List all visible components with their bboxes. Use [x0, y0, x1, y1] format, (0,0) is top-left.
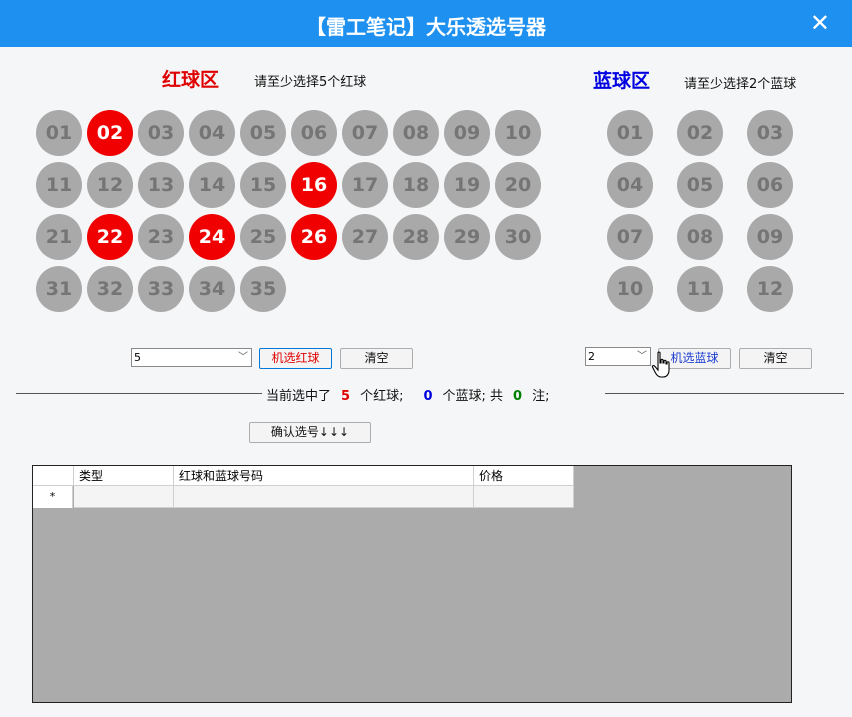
grid-cell-type[interactable] — [74, 486, 174, 508]
red-ball-25[interactable]: 25 — [240, 214, 286, 260]
red-ball-09[interactable]: 09 — [444, 110, 490, 156]
red-ball-28[interactable]: 28 — [393, 214, 439, 260]
chevron-down-icon: ﹀ — [238, 352, 248, 363]
blue-ball-11[interactable]: 11 — [677, 266, 723, 312]
red-ball-07[interactable]: 07 — [342, 110, 388, 156]
blue-count-value: 2 — [588, 350, 595, 363]
red-zone-hint: 请至少选择5个红球 — [254, 75, 367, 90]
grid-header-price[interactable]: 价格 — [474, 466, 574, 486]
blue-ball-06[interactable]: 06 — [747, 162, 793, 208]
red-ball-08[interactable]: 08 — [393, 110, 439, 156]
red-ball-14[interactable]: 14 — [189, 162, 235, 208]
red-zone-title: 红球区 — [162, 69, 220, 91]
blue-zone-title: 蓝球区 — [593, 70, 651, 92]
red-ball-18[interactable]: 18 — [393, 162, 439, 208]
red-ball-01[interactable]: 01 — [36, 110, 82, 156]
clear-red-button[interactable]: 清空 — [340, 348, 413, 369]
red-ball-29[interactable]: 29 — [444, 214, 490, 260]
close-icon[interactable]: ✕ — [810, 9, 830, 37]
red-count-value: 5 — [134, 351, 141, 364]
summary-total-suffix: 注; — [532, 389, 550, 404]
grid-header-numbers[interactable]: 红球和蓝球号码 — [174, 466, 474, 486]
blue-ball-01[interactable]: 01 — [607, 110, 653, 156]
red-count-select[interactable]: 5 ﹀ — [131, 348, 252, 367]
red-ball-32[interactable]: 32 — [87, 266, 133, 312]
red-ball-17[interactable]: 17 — [342, 162, 388, 208]
red-ball-33[interactable]: 33 — [138, 266, 184, 312]
confirm-selection-button[interactable]: 确认选号↓↓↓ — [249, 422, 371, 443]
blue-ball-07[interactable]: 07 — [607, 214, 653, 260]
red-ball-27[interactable]: 27 — [342, 214, 388, 260]
red-ball-11[interactable]: 11 — [36, 162, 82, 208]
grid-cell-price[interactable] — [474, 486, 574, 508]
blue-ball-12[interactable]: 12 — [747, 266, 793, 312]
divider-left — [16, 393, 262, 394]
blue-ball-04[interactable]: 04 — [607, 162, 653, 208]
title-bar: 【雷工笔记】大乐透选号器 ✕ — [0, 0, 852, 47]
grid-new-row-marker[interactable]: * — [33, 486, 73, 508]
red-ball-34[interactable]: 34 — [189, 266, 235, 312]
blue-zone-hint: 请至少选择2个蓝球 — [684, 77, 797, 92]
divider-right — [605, 393, 844, 394]
red-ball-03[interactable]: 03 — [138, 110, 184, 156]
random-red-button[interactable]: 机选红球 — [259, 348, 332, 369]
red-ball-20[interactable]: 20 — [495, 162, 541, 208]
red-ball-16[interactable]: 16 — [291, 162, 337, 208]
red-ball-30[interactable]: 30 — [495, 214, 541, 260]
red-ball-24[interactable]: 24 — [189, 214, 235, 260]
blue-ball-02[interactable]: 02 — [677, 110, 723, 156]
red-ball-15[interactable]: 15 — [240, 162, 286, 208]
summary-total-count: 0 — [513, 389, 523, 404]
clear-blue-button[interactable]: 清空 — [739, 348, 812, 369]
summary-blue-count: 0 — [423, 389, 433, 404]
red-ball-04[interactable]: 04 — [189, 110, 235, 156]
red-ball-31[interactable]: 31 — [36, 266, 82, 312]
grid-corner-header — [33, 466, 74, 486]
blue-ball-10[interactable]: 10 — [607, 266, 653, 312]
red-ball-10[interactable]: 10 — [495, 110, 541, 156]
red-ball-06[interactable]: 06 — [291, 110, 337, 156]
blue-ball-08[interactable]: 08 — [677, 214, 723, 260]
red-ball-23[interactable]: 23 — [138, 214, 184, 260]
blue-count-select[interactable]: 2 ﹀ — [585, 347, 651, 366]
red-ball-12[interactable]: 12 — [87, 162, 133, 208]
grid-header-type[interactable]: 类型 — [74, 466, 174, 486]
summary-prefix: 当前选中了 — [266, 389, 332, 404]
selection-summary: 当前选中了 5 个红球; 0 个蓝球; 共 0 注; — [266, 385, 550, 404]
blue-ball-09[interactable]: 09 — [747, 214, 793, 260]
results-grid[interactable]: 类型 红球和蓝球号码 价格 * — [32, 465, 792, 703]
grid-cell-numbers[interactable] — [174, 486, 474, 508]
blue-ball-03[interactable]: 03 — [747, 110, 793, 156]
red-ball-02[interactable]: 02 — [87, 110, 133, 156]
red-ball-05[interactable]: 05 — [240, 110, 286, 156]
chevron-down-icon: ﹀ — [637, 351, 647, 362]
window-title: 【雷工笔记】大乐透选号器 — [306, 15, 546, 39]
red-ball-35[interactable]: 35 — [240, 266, 286, 312]
summary-red-count: 5 — [341, 389, 351, 404]
hand-cursor-icon — [651, 351, 670, 378]
summary-red-suffix: 个红球; — [360, 389, 404, 404]
red-ball-19[interactable]: 19 — [444, 162, 490, 208]
summary-blue-suffix: 个蓝球; 共 — [442, 389, 504, 404]
red-ball-26[interactable]: 26 — [291, 214, 337, 260]
red-ball-13[interactable]: 13 — [138, 162, 184, 208]
red-ball-21[interactable]: 21 — [36, 214, 82, 260]
red-ball-22[interactable]: 22 — [87, 214, 133, 260]
blue-ball-05[interactable]: 05 — [677, 162, 723, 208]
